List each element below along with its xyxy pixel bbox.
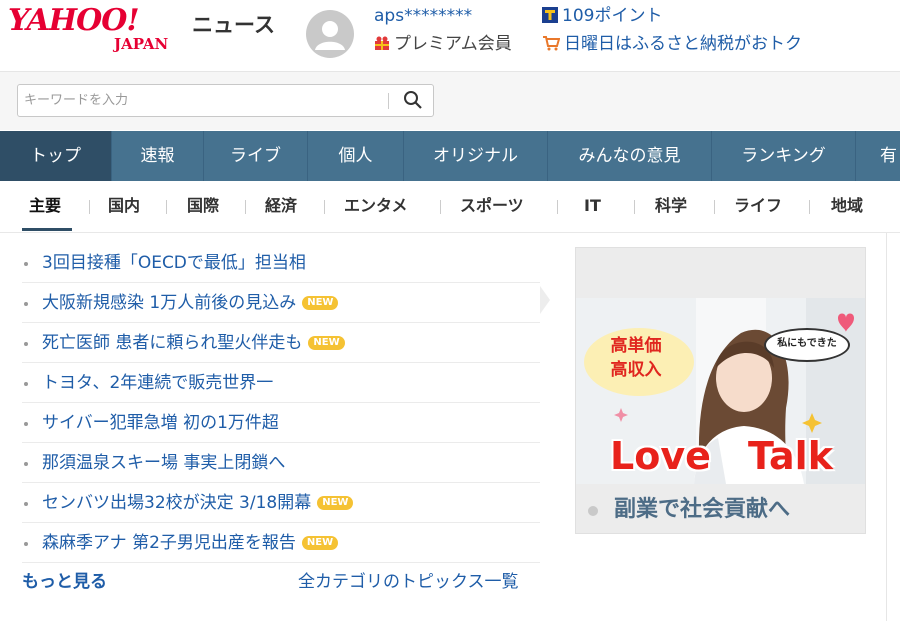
- topic-title[interactable]: トヨタ、2年連続で販売世界一: [42, 373, 273, 393]
- ad-caption: 副業で社会貢献へ: [614, 497, 791, 522]
- bullet-icon: [24, 502, 28, 506]
- tab-opinions[interactable]: みんなの意見: [548, 131, 712, 181]
- category-life[interactable]: ライフ: [734, 196, 782, 216]
- topic-title[interactable]: 3回目接種「OECDで最低」担当相: [42, 253, 306, 273]
- list-item[interactable]: 3回目接種「OECDで最低」担当相: [22, 243, 540, 283]
- search-button[interactable]: [396, 87, 430, 115]
- topic-title[interactable]: 大阪新規感染 1万人前後の見込み: [42, 293, 296, 313]
- bullet-icon: [24, 382, 28, 386]
- tab-top[interactable]: トップ: [0, 131, 112, 181]
- ad-bubble-left-text: 高単価 高収入: [600, 334, 672, 382]
- new-badge: NEW: [302, 296, 339, 310]
- premium-link[interactable]: プレミアム会員: [374, 34, 512, 56]
- list-item[interactable]: 森麻季アナ 第2子男児出産を報告 NEW: [22, 523, 540, 563]
- right-column-border: [886, 233, 887, 621]
- category-divider: [89, 200, 90, 214]
- list-item[interactable]: サイバー犯罪急増 初の1万件超: [22, 403, 540, 443]
- category-sports[interactable]: スポーツ: [460, 196, 524, 216]
- bullet-icon: [24, 302, 28, 306]
- category-local[interactable]: 地域: [831, 196, 863, 216]
- category-economy[interactable]: 経済: [265, 196, 297, 216]
- bullet-icon: [24, 262, 28, 266]
- category-world[interactable]: 国際: [187, 196, 219, 216]
- new-badge: NEW: [301, 536, 339, 550]
- promo-label: 日曜日はふるさと納税がおトク: [564, 34, 802, 54]
- service-name[interactable]: ニュース: [192, 12, 275, 38]
- tab-ranking[interactable]: ランキング: [712, 131, 856, 181]
- category-divider: [440, 200, 441, 214]
- ad-caption-dot-icon: [588, 506, 598, 516]
- main-nav: トップ 速報 ライブ 個人 オリジナル みんなの意見 ランキング 有: [0, 131, 900, 181]
- ad-bubble-line: 高単価: [610, 336, 662, 356]
- topic-title[interactable]: センバツ出場32校が決定 3/18開幕: [42, 493, 311, 513]
- category-divider: [245, 200, 246, 214]
- search-divider: [388, 93, 389, 109]
- more-link[interactable]: もっと見る: [22, 571, 107, 593]
- topic-title[interactable]: 森麻季アナ 第2子男児出産を報告: [42, 533, 296, 553]
- new-badge: NEW: [317, 496, 354, 510]
- search-input[interactable]: [18, 85, 394, 116]
- ad-bubble-right-text: 私にもできた: [777, 338, 837, 349]
- list-item[interactable]: 大阪新規感染 1万人前後の見込み NEW: [22, 283, 540, 323]
- new-badge: NEW: [308, 336, 345, 350]
- category-nav: 主要 国内 国際 経済 エンタメ スポーツ IT 科学 ライフ 地域: [0, 181, 900, 233]
- t-point-icon: [542, 7, 558, 28]
- advertisement[interactable]: 高単価 高収入 私にもできた Love Talk 副業で社会貢献へ: [575, 247, 866, 534]
- furusato-promo-link[interactable]: 日曜日はふるさと納税がおトク: [542, 34, 802, 56]
- logo-sub-text: JAPAN: [114, 35, 169, 53]
- category-divider: [714, 200, 715, 214]
- premium-label: プレミアム会員: [394, 34, 512, 54]
- user-name-link[interactable]: aps********: [374, 6, 472, 26]
- all-categories-link[interactable]: 全カテゴリのトピックス一覧: [298, 571, 519, 593]
- cart-icon: [542, 35, 561, 56]
- category-science[interactable]: 科学: [655, 196, 687, 216]
- category-divider: [809, 200, 810, 214]
- bullet-icon: [24, 462, 28, 466]
- yahoo-japan-logo[interactable]: YAHOO! JAPAN: [8, 4, 188, 56]
- search-bar-area: [0, 72, 900, 130]
- list-item[interactable]: 死亡医師 患者に頼られ聖火伴走も NEW: [22, 323, 540, 363]
- category-it[interactable]: IT: [584, 196, 601, 216]
- category-divider: [324, 200, 325, 214]
- list-item[interactable]: トヨタ、2年連続で販売世界一: [22, 363, 540, 403]
- points-link[interactable]: 109ポイント: [542, 6, 662, 28]
- points-label: 109ポイント: [562, 6, 663, 26]
- category-entertainment[interactable]: エンタメ: [344, 196, 408, 216]
- bullet-icon: [24, 342, 28, 346]
- ad-headline-love: Love: [610, 434, 711, 478]
- tab-original[interactable]: オリジナル: [404, 131, 548, 181]
- ad-bubble-line: 高収入: [610, 360, 662, 380]
- bullet-icon: [24, 542, 28, 546]
- category-divider: [166, 200, 167, 214]
- search-box: [17, 84, 434, 117]
- tab-personal[interactable]: 個人: [308, 131, 404, 181]
- avatar-icon[interactable]: [306, 10, 354, 58]
- bullet-icon: [24, 422, 28, 426]
- tab-breaking[interactable]: 速報: [112, 131, 204, 181]
- topic-title[interactable]: 死亡医師 患者に頼られ聖火伴走も: [42, 333, 302, 353]
- topic-title[interactable]: サイバー犯罪急増 初の1万件超: [42, 413, 279, 433]
- header: YAHOO! JAPAN ニュース aps******** プレミアム会員 10…: [0, 0, 900, 72]
- category-domestic[interactable]: 国内: [108, 196, 140, 216]
- active-category-indicator: [22, 228, 72, 231]
- list-item[interactable]: 那須温泉スキー場 事実上閉鎖へ: [22, 443, 540, 483]
- category-main[interactable]: 主要: [29, 196, 61, 216]
- tab-live[interactable]: ライブ: [204, 131, 308, 181]
- ad-image: 高単価 高収入 私にもできた Love Talk: [576, 298, 865, 484]
- list-item[interactable]: センバツ出場32校が決定 3/18開幕 NEW: [22, 483, 540, 523]
- search-icon: [403, 90, 423, 113]
- logo-text: YAHOO!: [8, 3, 140, 38]
- topic-title[interactable]: 那須温泉スキー場 事実上閉鎖へ: [42, 453, 285, 473]
- tab-paid[interactable]: 有: [856, 131, 900, 181]
- category-divider: [557, 200, 558, 214]
- selected-pointer: [540, 286, 550, 314]
- category-divider: [634, 200, 635, 214]
- ad-headline-talk: Talk: [748, 434, 833, 478]
- gift-icon: [374, 35, 390, 56]
